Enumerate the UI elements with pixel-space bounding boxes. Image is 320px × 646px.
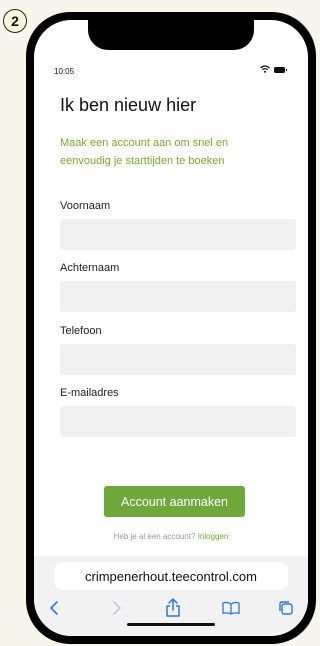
page-subtitle: Maak een account aan om snel en eenvoudi… (60, 137, 229, 167)
battery-icon (274, 67, 287, 73)
login-prompt: Heb je al een account? Inloggen (34, 532, 308, 541)
first-name-field[interactable] (60, 219, 296, 250)
create-account-button[interactable]: Account aanmaken (104, 486, 245, 517)
last-name-label: Achternaam (60, 262, 120, 274)
forward-icon[interactable] (109, 600, 123, 616)
phone-field[interactable] (60, 344, 296, 375)
status-time: 10:05 (54, 67, 75, 76)
phone-screen: 10:05 Ik ben nieuw hier Maak een account… (34, 20, 308, 636)
page-title: Ik ben nieuw hier (60, 95, 197, 115)
login-prompt-text: Heb je al een account? (113, 532, 196, 541)
share-icon[interactable] (165, 598, 181, 618)
step-number-badge: 2 (3, 9, 27, 33)
email-label: E-mailadres (60, 387, 119, 399)
home-indicator (127, 623, 215, 626)
last-name-field[interactable] (60, 281, 296, 312)
tabs-icon[interactable] (278, 600, 294, 616)
email-field[interactable] (60, 406, 296, 437)
login-link[interactable]: Inloggen (198, 532, 229, 541)
wifi-icon (260, 65, 270, 73)
phone-notch (88, 20, 254, 50)
back-icon[interactable] (48, 600, 62, 616)
bookmarks-icon[interactable] (222, 601, 240, 615)
first-name-label: Voornaam (60, 200, 111, 212)
phone-label: Telefoon (60, 325, 102, 337)
url-bar[interactable]: crimpenerhout.teecontrol.com (54, 562, 288, 590)
phone-frame: 10:05 Ik ben nieuw hier Maak een account… (26, 12, 316, 644)
